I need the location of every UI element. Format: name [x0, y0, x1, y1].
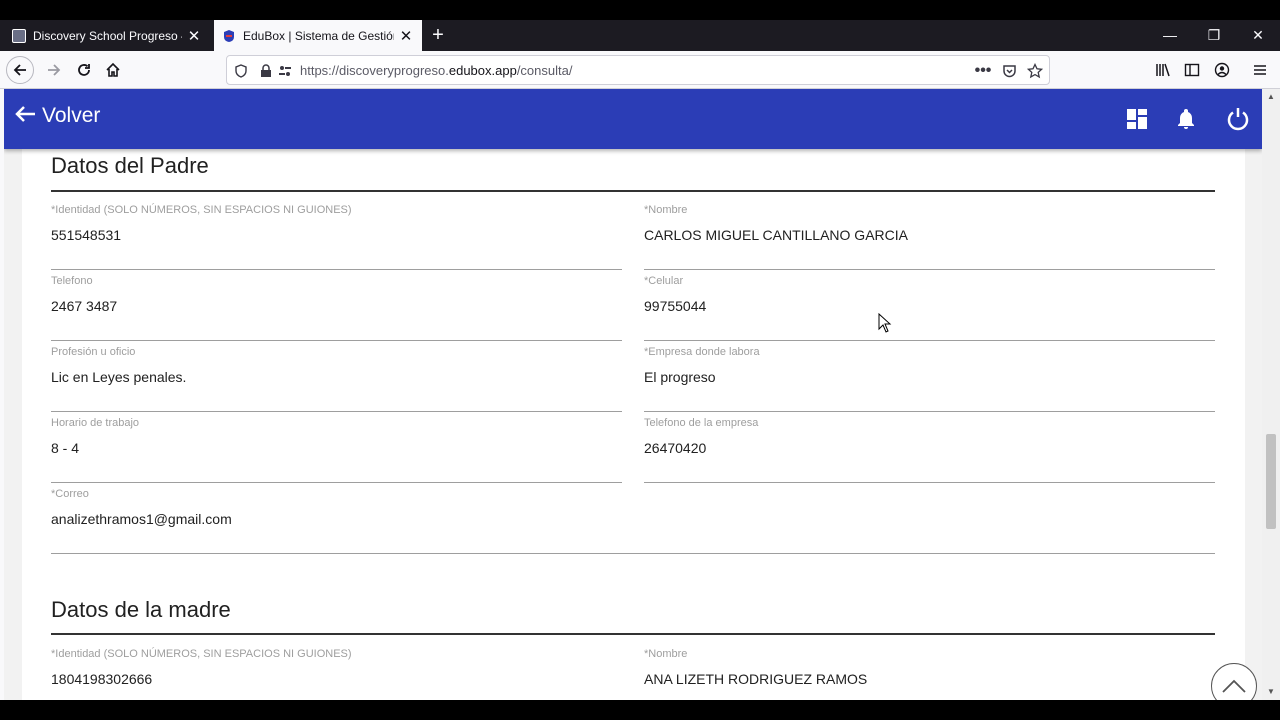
more-actions-icon[interactable]: •••: [975, 62, 992, 79]
arrow-left-icon: [13, 64, 26, 76]
field-padre-correo[interactable]: *Correo analizethramos1@gmail.com: [51, 488, 1215, 554]
field-value[interactable]: Lic en Leyes penales.: [51, 369, 186, 385]
field-padre-nombre[interactable]: *Nombre CARLOS MIGUEL CANTILLANO GARCIA: [644, 204, 1215, 270]
field-value[interactable]: CARLOS MIGUEL CANTILLANO GARCIA: [644, 227, 908, 243]
scroll-down-arrow-icon[interactable]: ▼: [1266, 687, 1276, 696]
restore-button[interactable]: ❐: [1192, 20, 1236, 51]
arrow-right-icon: [48, 64, 61, 76]
bookmark-star-icon[interactable]: [1027, 63, 1043, 79]
url-text: https://discoveryprogreso.edubox.app/con…: [300, 63, 573, 78]
arrow-left-icon: [14, 103, 36, 129]
field-label: *Identidad (SOLO NÚMEROS, SIN ESPACIOS N…: [51, 648, 352, 660]
scroll-to-top-button[interactable]: [1211, 663, 1257, 700]
scrollbar-thumb[interactable]: [1266, 434, 1276, 529]
field-value[interactable]: El progreso: [644, 369, 716, 385]
page-scrollbar[interactable]: ▲ ▼: [1262, 89, 1280, 700]
field-value[interactable]: 2467 3487: [51, 298, 117, 314]
field-padre-telefono[interactable]: Telefono 2467 3487: [51, 275, 622, 341]
menu-icon[interactable]: [1250, 60, 1270, 80]
back-label: Volver: [42, 104, 101, 127]
field-value[interactable]: 551548531: [51, 227, 121, 243]
tab-discovery-school[interactable]: Discovery School Progreso – | ( ✕: [4, 20, 210, 51]
field-label: *Nombre: [644, 204, 688, 216]
permissions-icon[interactable]: [277, 63, 293, 79]
close-tab-icon[interactable]: ✕: [398, 27, 414, 45]
chevron-up-icon: [1222, 679, 1246, 693]
lock-icon[interactable]: [258, 63, 274, 79]
sidebar-icon[interactable]: [1182, 60, 1202, 80]
close-tab-icon[interactable]: ✕: [186, 27, 202, 45]
back-link[interactable]: Volver: [14, 103, 100, 129]
dashboard-icon[interactable]: [1123, 105, 1151, 133]
section-title-madre: Datos de la madre: [51, 597, 231, 622]
tab-strip: Discovery School Progreso – | ( ✕ EduBox…: [0, 20, 1280, 51]
mouse-cursor-icon: [878, 313, 892, 333]
field-label: *Identidad (SOLO NÚMEROS, SIN ESPACIOS N…: [51, 204, 352, 216]
address-bar[interactable]: https://discoveryprogreso.edubox.app/con…: [226, 55, 1050, 85]
app-header: Volver: [4, 89, 1262, 149]
field-label: *Correo: [51, 488, 89, 500]
field-value[interactable]: 8 - 4: [51, 440, 79, 456]
reload-button[interactable]: [70, 56, 98, 84]
tab-title: Discovery School Progreso – | (: [33, 28, 182, 43]
home-button[interactable]: [99, 56, 127, 84]
navigation-toolbar: https://discoveryprogreso.edubox.app/con…: [0, 51, 1280, 89]
forward-button[interactable]: [40, 56, 68, 84]
tab-edubox[interactable]: EduBox | Sistema de Gestión Es ✕: [214, 20, 422, 51]
form-card: Datos del Padre *Identidad (SOLO NÚMEROS…: [22, 89, 1245, 700]
field-value[interactable]: 99755044: [644, 298, 706, 314]
field-value[interactable]: analizethramos1@gmail.com: [51, 511, 232, 527]
bell-icon[interactable]: [1172, 105, 1200, 133]
minimize-button[interactable]: —: [1148, 20, 1192, 51]
field-label: Horario de trabajo: [51, 417, 140, 429]
field-padre-profesion[interactable]: Profesión u oficio Lic en Leyes penales.: [51, 346, 622, 412]
scroll-up-arrow-icon[interactable]: ▲: [1266, 92, 1276, 101]
field-label: Telefono de la empresa: [644, 417, 759, 429]
field-value[interactable]: 26470420: [644, 440, 706, 456]
new-tab-button[interactable]: +: [426, 23, 450, 47]
edubox-favicon-icon: [222, 29, 236, 43]
field-label: *Empresa donde labora: [644, 346, 760, 358]
shield-icon[interactable]: [233, 63, 249, 79]
field-padre-celular[interactable]: *Celular 99755044: [644, 275, 1215, 341]
field-padre-telefono-empresa[interactable]: Telefono de la empresa 26470420: [644, 417, 1215, 483]
field-value[interactable]: ANA LIZETH RODRIGUEZ RAMOS: [644, 671, 867, 687]
section-divider: [51, 190, 1215, 192]
school-favicon-icon: [12, 28, 26, 43]
section-divider: [51, 633, 1215, 635]
field-padre-horario[interactable]: Horario de trabajo 8 - 4: [51, 417, 622, 483]
page-viewport: Volver Datos del Padre *Identidad (SOLO …: [4, 89, 1262, 700]
power-icon[interactable]: [1224, 105, 1252, 133]
field-label: Profesión u oficio: [51, 346, 136, 358]
library-icon[interactable]: [1153, 60, 1173, 80]
reload-icon: [78, 64, 90, 76]
account-icon[interactable]: [1212, 60, 1232, 80]
close-window-button[interactable]: ✕: [1236, 20, 1280, 51]
field-padre-identidad[interactable]: *Identidad (SOLO NÚMEROS, SIN ESPACIOS N…: [51, 204, 622, 270]
back-button[interactable]: [6, 56, 34, 84]
field-padre-empresa[interactable]: *Empresa donde labora El progreso: [644, 346, 1215, 412]
pocket-icon[interactable]: [1001, 63, 1017, 79]
section-title-padre: Datos del Padre: [51, 153, 209, 178]
field-madre-nombre[interactable]: *Nombre ANA LIZETH RODRIGUEZ RAMOS: [644, 648, 1215, 700]
field-label: *Celular: [644, 275, 684, 287]
field-madre-identidad[interactable]: *Identidad (SOLO NÚMEROS, SIN ESPACIOS N…: [51, 648, 622, 700]
field-label: Telefono: [51, 275, 93, 287]
field-value[interactable]: 1804198302666: [51, 671, 152, 687]
field-label: *Nombre: [644, 648, 688, 660]
home-icon: [106, 62, 120, 77]
tab-title: EduBox | Sistema de Gestión Es: [243, 28, 394, 43]
